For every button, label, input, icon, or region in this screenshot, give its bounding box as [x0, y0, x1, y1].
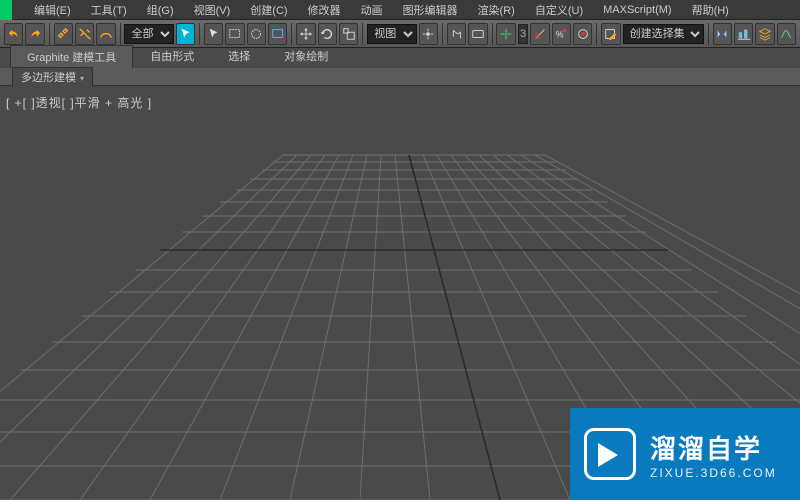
edit-named-sel-button[interactable]: [601, 23, 620, 45]
unlink-button[interactable]: [75, 23, 94, 45]
curve-editor-button[interactable]: [777, 23, 796, 45]
tab-freeform[interactable]: 自由形式: [133, 44, 211, 68]
watermark-url: ZIXUE.3D66.COM: [650, 466, 777, 480]
poly-modeling-panel[interactable]: 多边形建模: [12, 67, 93, 87]
svg-text:%: %: [556, 29, 564, 39]
link-button[interactable]: [54, 23, 73, 45]
percent-snap-button[interactable]: %: [552, 23, 571, 45]
align-button[interactable]: [734, 23, 753, 45]
main-menubar: 编辑(E) 工具(T) 组(G) 视图(V) 创建(C) 修改器 动画 图形编辑…: [0, 0, 800, 20]
menu-modifiers[interactable]: 修改器: [298, 0, 351, 20]
menu-maxscript[interactable]: MAXScript(M): [593, 2, 681, 18]
mirror-button[interactable]: [713, 23, 732, 45]
play-icon: [584, 428, 636, 480]
select-pointer-button[interactable]: [204, 23, 223, 45]
redo-button[interactable]: [25, 23, 44, 45]
layers-button[interactable]: [755, 23, 774, 45]
ribbon-panel-row: 多边形建模: [0, 68, 800, 86]
select-scale-button[interactable]: [339, 23, 358, 45]
main-toolbar: 全部 视图 3 % 创建选择集: [0, 20, 800, 48]
menu-edit[interactable]: 编辑(E): [24, 0, 81, 20]
menu-help[interactable]: 帮助(H): [682, 0, 739, 20]
app-icon-edge: [0, 0, 12, 20]
undo-button[interactable]: [4, 23, 23, 45]
menu-animation[interactable]: 动画: [351, 0, 393, 20]
pivot-center-button[interactable]: [419, 23, 438, 45]
snap-move-button[interactable]: [496, 23, 515, 45]
menu-create[interactable]: 创建(C): [240, 0, 297, 20]
select-move-button[interactable]: [296, 23, 315, 45]
selection-filter-dropdown[interactable]: 全部: [124, 24, 173, 44]
watermark-title: 溜溜自学: [650, 429, 777, 466]
select-circular-button[interactable]: [247, 23, 266, 45]
window-crossing-button[interactable]: [268, 23, 287, 45]
tab-graphite[interactable]: Graphite 建模工具: [10, 45, 133, 68]
menu-tools[interactable]: 工具(T): [81, 0, 137, 20]
menu-group[interactable]: 组(G): [137, 0, 184, 20]
menu-rendering[interactable]: 渲染(R): [468, 0, 525, 20]
named-selection-dropdown[interactable]: 创建选择集: [623, 24, 704, 44]
ribbon-tabs: Graphite 建模工具 自由形式 选择 对象绘制: [0, 48, 800, 68]
bind-spacewarp-button[interactable]: [96, 23, 115, 45]
tab-selection[interactable]: 选择: [211, 44, 267, 68]
perspective-viewport[interactable]: [ +[ ]透视[ ]平滑 + 高光 ]: [0, 86, 800, 500]
manipulate-button[interactable]: [447, 23, 466, 45]
angle-snap-button[interactable]: [530, 23, 549, 45]
select-rotate-button[interactable]: [318, 23, 337, 45]
spinner-snap-button[interactable]: [573, 23, 592, 45]
select-rectangle-button[interactable]: [225, 23, 244, 45]
select-object-button[interactable]: [176, 23, 195, 45]
watermark-banner: 溜溜自学 ZIXUE.3D66.COM: [570, 408, 800, 500]
menu-customize[interactable]: 自定义(U): [525, 0, 593, 20]
keyboard-shortcut-button[interactable]: [468, 23, 487, 45]
snap-spinner[interactable]: 3: [518, 24, 529, 44]
menu-views[interactable]: 视图(V): [184, 0, 241, 20]
menu-grapheditors[interactable]: 图形编辑器: [393, 0, 468, 20]
tab-objectpaint[interactable]: 对象绘制: [267, 44, 345, 68]
reference-coord-dropdown[interactable]: 视图: [367, 24, 416, 44]
